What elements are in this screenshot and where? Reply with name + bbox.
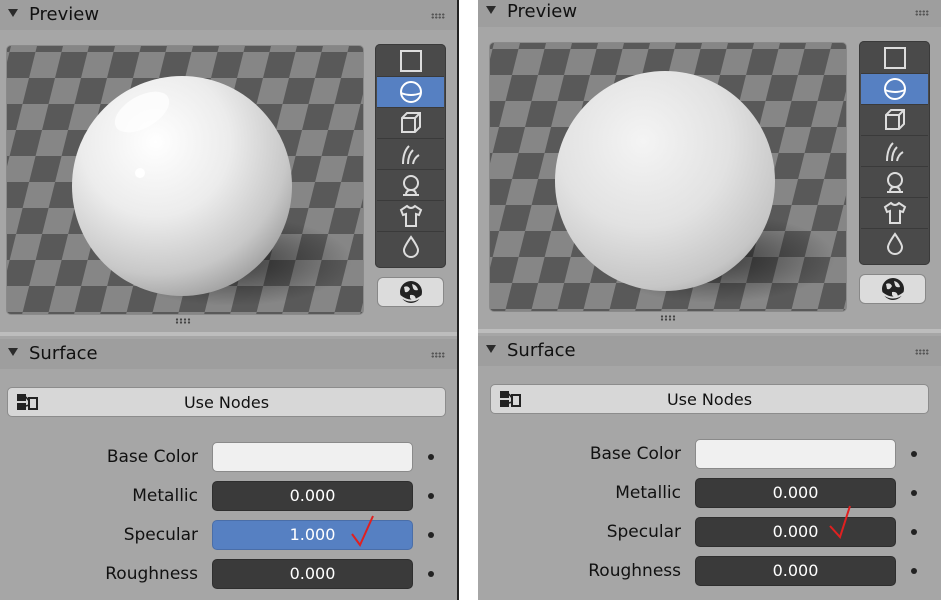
socket-dot-icon[interactable] — [428, 571, 434, 577]
use-nodes-label: Use Nodes — [666, 390, 753, 409]
metallic-label: Metallic — [615, 483, 681, 503]
surface-header[interactable]: Surface — [0, 339, 457, 369]
specular-field[interactable]: 0.000 — [695, 517, 896, 547]
specular-label: Specular — [123, 525, 198, 545]
roughness-field[interactable]: 0.000 — [212, 559, 413, 589]
cloth-icon[interactable] — [861, 198, 928, 229]
collapse-triangle-icon[interactable] — [8, 348, 18, 356]
preview-title: Preview — [507, 1, 578, 22]
red-checkmark-icon — [351, 515, 374, 547]
specular-field[interactable]: 1.000 — [212, 520, 413, 550]
drag-grip-icon[interactable] — [915, 349, 929, 355]
surface-title: Surface — [507, 340, 576, 361]
monkey-icon[interactable] — [377, 170, 444, 201]
world-globe-icon[interactable] — [859, 274, 926, 304]
sphere-icon[interactable] — [861, 74, 928, 105]
collapse-triangle-icon[interactable] — [8, 9, 18, 17]
preview-type-selector — [859, 41, 930, 265]
cube-icon[interactable] — [377, 108, 444, 139]
drag-grip-icon[interactable] — [915, 10, 929, 16]
surface-title: Surface — [29, 343, 98, 364]
metallic-label: Metallic — [132, 486, 198, 506]
preview-header[interactable]: Preview — [478, 0, 941, 27]
red-checkmark-icon — [829, 505, 851, 539]
metallic-field[interactable]: 0.000 — [695, 478, 896, 508]
socket-dot-icon[interactable] — [911, 490, 917, 496]
fluid-drop-icon[interactable] — [377, 232, 444, 262]
drag-grip-icon[interactable] — [431, 352, 445, 358]
socket-dot-icon[interactable] — [428, 493, 434, 499]
base-color-label: Base Color — [106, 447, 198, 467]
world-globe-icon[interactable] — [377, 277, 444, 307]
material-preview-render — [490, 43, 846, 311]
specular-label: Specular — [606, 522, 681, 542]
use-nodes-label: Use Nodes — [183, 393, 270, 412]
material-panel-left: Preview Surface Use Nodes Base Color Met… — [0, 0, 457, 600]
metallic-field[interactable]: 0.000 — [212, 481, 413, 511]
monkey-icon[interactable] — [861, 167, 928, 198]
roughness-label: Roughness — [588, 561, 681, 581]
socket-dot-icon[interactable] — [911, 529, 917, 535]
collapse-triangle-icon[interactable] — [486, 6, 496, 14]
base-color-swatch[interactable] — [212, 442, 413, 472]
drag-grip-icon[interactable] — [431, 13, 445, 19]
resize-grip-icon[interactable] — [175, 318, 191, 324]
socket-dot-icon[interactable] — [428, 532, 434, 538]
socket-dot-icon[interactable] — [911, 568, 917, 574]
use-nodes-button[interactable]: Use Nodes — [490, 384, 929, 414]
base-color-swatch[interactable] — [695, 439, 896, 469]
preview-header[interactable]: Preview — [0, 0, 457, 30]
material-panel-right: Preview Surface Use Nodes Base Color Met… — [478, 0, 941, 600]
base-color-label: Base Color — [589, 444, 681, 464]
roughness-label: Roughness — [105, 564, 198, 584]
collapse-triangle-icon[interactable] — [486, 345, 496, 353]
preview-type-selector — [375, 44, 446, 268]
cube-icon[interactable] — [861, 105, 928, 136]
resize-grip-icon[interactable] — [660, 315, 676, 321]
sphere-icon[interactable] — [377, 77, 444, 108]
socket-dot-icon[interactable] — [428, 454, 434, 460]
cloth-icon[interactable] — [377, 201, 444, 232]
use-nodes-button[interactable]: Use Nodes — [7, 387, 446, 417]
hair-icon[interactable] — [861, 136, 928, 167]
preview-title: Preview — [29, 4, 100, 25]
fluid-drop-icon[interactable] — [861, 229, 928, 259]
flat-plane-icon[interactable] — [377, 46, 444, 77]
hair-icon[interactable] — [377, 139, 444, 170]
surface-header[interactable]: Surface — [478, 336, 941, 366]
roughness-field[interactable]: 0.000 — [695, 556, 896, 586]
socket-dot-icon[interactable] — [911, 451, 917, 457]
panel-divider — [457, 0, 478, 600]
material-preview-render — [7, 46, 363, 314]
flat-plane-icon[interactable] — [861, 43, 928, 74]
